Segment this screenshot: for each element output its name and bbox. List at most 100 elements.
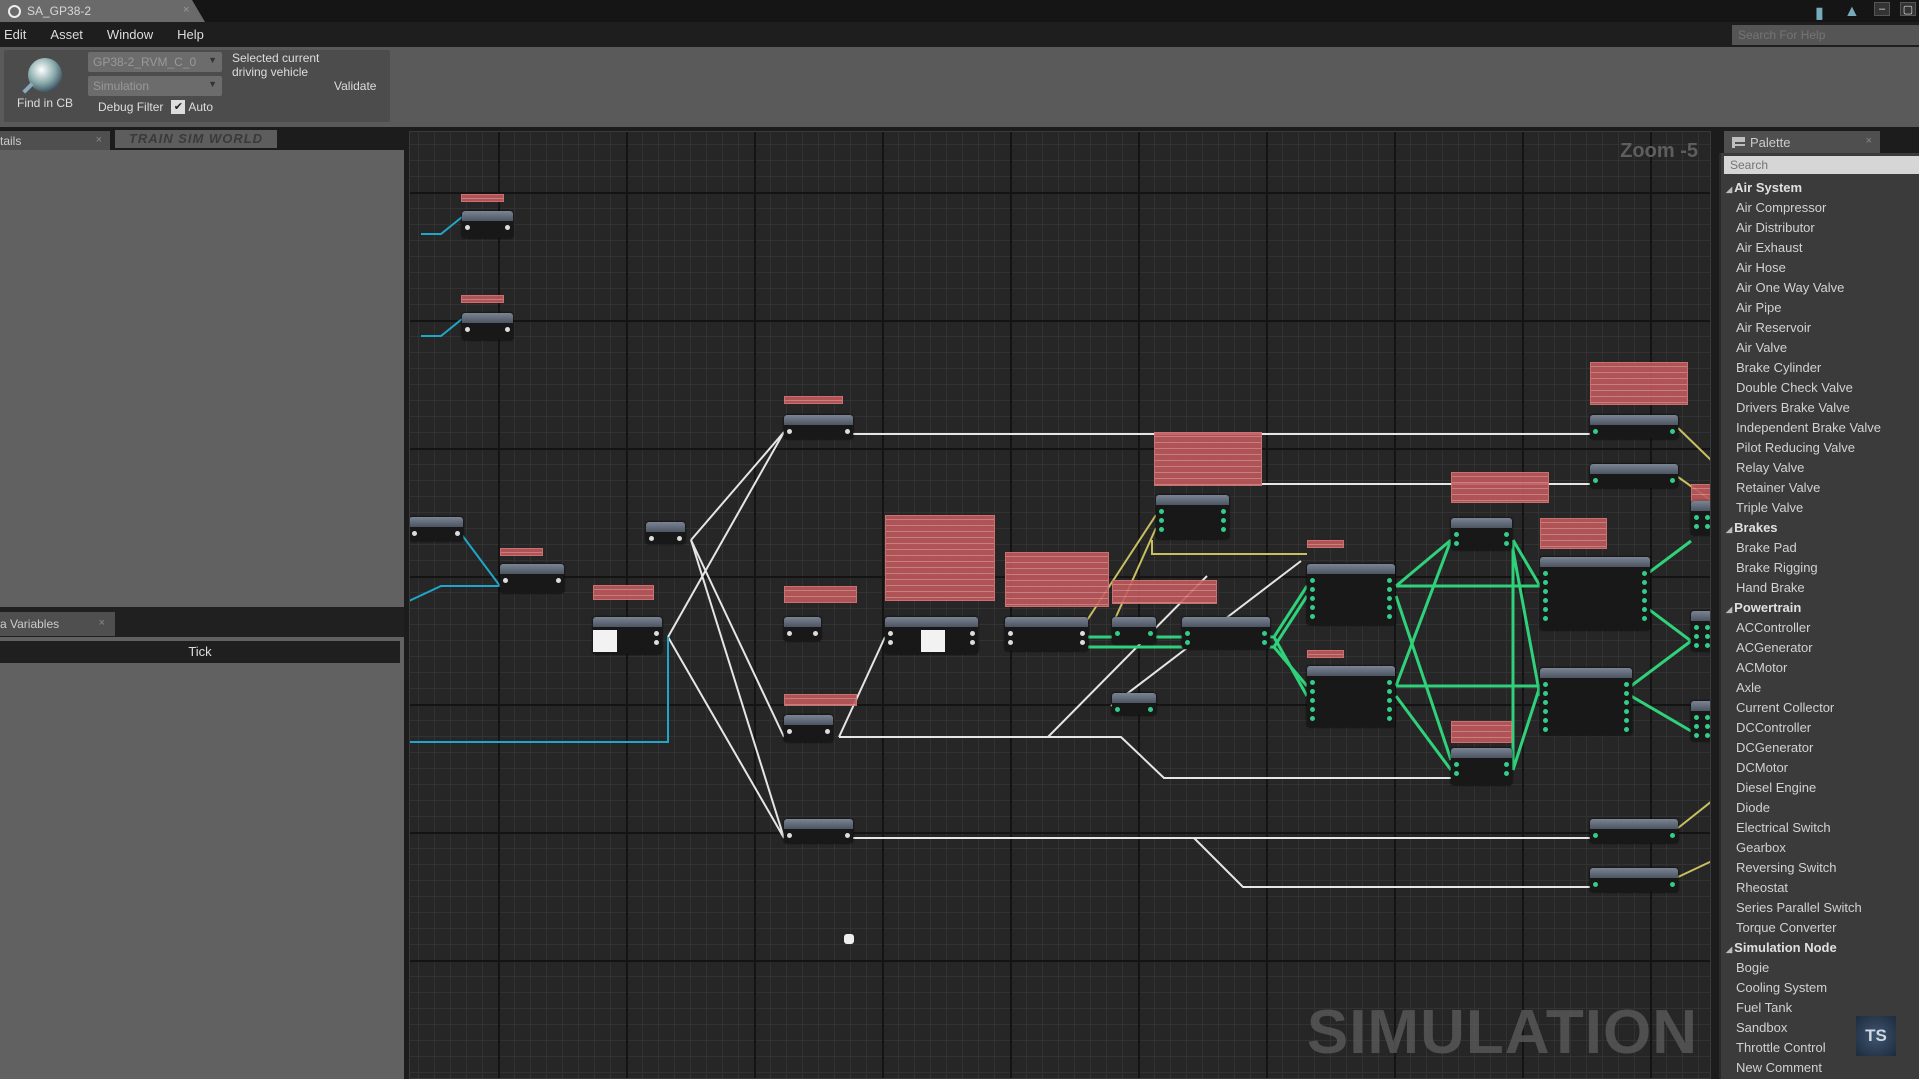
pin-icon[interactable] — [1694, 643, 1699, 648]
palette-item[interactable]: Series Parallel Switch — [1724, 898, 1919, 918]
comment-box[interactable] — [784, 586, 857, 603]
pin-icon[interactable] — [1008, 631, 1013, 636]
graph-node[interactable] — [1005, 617, 1088, 651]
feedback-icon[interactable]: ▮ — [1815, 3, 1824, 23]
pin-icon[interactable] — [1310, 680, 1315, 685]
graph-node[interactable] — [1590, 819, 1678, 843]
pin-icon[interactable] — [412, 531, 417, 536]
palette-item[interactable]: Air Hose — [1724, 258, 1919, 278]
pin-icon[interactable] — [654, 640, 659, 645]
palette-category[interactable]: ◢ Brakes — [1724, 518, 1919, 538]
palette-item[interactable]: DCController — [1724, 718, 1919, 738]
pin-icon[interactable] — [1705, 724, 1710, 729]
pin-icon[interactable] — [1694, 515, 1699, 520]
pin-icon[interactable] — [1185, 640, 1190, 645]
graph-node[interactable] — [1307, 564, 1395, 625]
pin-icon[interactable] — [787, 631, 792, 636]
close-tab-icon[interactable]: × — [183, 4, 189, 16]
pin-icon[interactable] — [1670, 429, 1675, 434]
pin-icon[interactable] — [1705, 524, 1710, 529]
pin-icon[interactable] — [503, 578, 508, 583]
comment-box[interactable] — [1154, 432, 1262, 486]
palette-item[interactable]: Air Reservoir — [1724, 318, 1919, 338]
palette-item[interactable]: Bogie — [1724, 958, 1919, 978]
palette-item[interactable]: Relay Valve — [1724, 458, 1919, 478]
pin-icon[interactable] — [1310, 596, 1315, 601]
palette-item[interactable]: Drivers Brake Valve — [1724, 398, 1919, 418]
palette-item[interactable]: New Comment — [1724, 1058, 1919, 1078]
pin-icon[interactable] — [1185, 631, 1190, 636]
pin-icon[interactable] — [1593, 833, 1598, 838]
pin-icon[interactable] — [1310, 614, 1315, 619]
pin-icon[interactable] — [888, 631, 893, 636]
pin-icon[interactable] — [455, 531, 460, 536]
pin-icon[interactable] — [1624, 682, 1629, 687]
palette-item[interactable]: Brake Rigging — [1724, 558, 1919, 578]
pin-icon[interactable] — [1387, 698, 1392, 703]
palette-item[interactable]: Air Pipe — [1724, 298, 1919, 318]
graph-node[interactable] — [1451, 748, 1512, 785]
comment-box[interactable] — [1590, 362, 1688, 405]
pin-icon[interactable] — [1670, 833, 1675, 838]
graph-node[interactable] — [1691, 501, 1710, 535]
graph-node[interactable] — [1590, 415, 1678, 439]
pin-icon[interactable] — [1642, 616, 1647, 621]
pin-icon[interactable] — [465, 327, 470, 332]
pin-icon[interactable] — [1624, 700, 1629, 705]
graph-node[interactable] — [1540, 557, 1650, 630]
pin-icon[interactable] — [1148, 707, 1153, 712]
palette-item[interactable]: Current Collector — [1724, 698, 1919, 718]
expand-arrow-icon[interactable]: ◢ — [1726, 525, 1732, 534]
pin-icon[interactable] — [1543, 616, 1548, 621]
palette-item[interactable]: Air Compressor — [1724, 198, 1919, 218]
graph-node[interactable] — [885, 617, 978, 654]
graph-node[interactable] — [1691, 701, 1710, 741]
graph-node[interactable] — [784, 715, 833, 742]
comment-box[interactable] — [1451, 472, 1549, 503]
minimize-button[interactable]: – — [1874, 2, 1890, 16]
palette-item[interactable]: Air Valve — [1724, 338, 1919, 358]
pin-icon[interactable] — [1642, 598, 1647, 603]
pin-icon[interactable] — [677, 536, 682, 541]
pin-icon[interactable] — [1543, 607, 1548, 612]
menu-asset[interactable]: Asset — [50, 27, 83, 42]
palette-item[interactable]: Fuel Tank — [1724, 998, 1919, 1018]
close-tab-icon[interactable]: × — [99, 617, 105, 629]
pin-icon[interactable] — [1543, 718, 1548, 723]
comment-box[interactable] — [1307, 540, 1344, 548]
pin-icon[interactable] — [1310, 689, 1315, 694]
tab-details[interactable]: tails × — [0, 131, 110, 150]
close-tab-icon[interactable]: × — [96, 134, 102, 146]
document-tab[interactable]: SA_GP38-2 × — [0, 0, 205, 22]
graph-node[interactable] — [1182, 617, 1270, 649]
comment-box[interactable] — [885, 515, 995, 601]
comment-box[interactable] — [1307, 650, 1344, 658]
pin-icon[interactable] — [1593, 882, 1598, 887]
palette-item[interactable]: Gearbox — [1724, 838, 1919, 858]
graph-node[interactable] — [1307, 666, 1395, 727]
palette-item[interactable]: Independent Brake Valve — [1724, 418, 1919, 438]
pin-icon[interactable] — [1310, 707, 1315, 712]
pin-icon[interactable] — [813, 631, 818, 636]
palette-category[interactable]: ◢ Simulation Node — [1724, 938, 1919, 958]
pin-icon[interactable] — [1504, 541, 1509, 546]
palette-item[interactable]: Brake Cylinder — [1724, 358, 1919, 378]
graph-node[interactable] — [1540, 668, 1632, 735]
palette-item[interactable]: Cooling System — [1724, 978, 1919, 998]
pin-icon[interactable] — [1387, 605, 1392, 610]
pin-icon[interactable] — [1543, 598, 1548, 603]
pin-icon[interactable] — [1694, 733, 1699, 738]
pin-icon[interactable] — [845, 429, 850, 434]
pin-icon[interactable] — [1148, 631, 1153, 636]
pin-icon[interactable] — [1670, 478, 1675, 483]
pin-icon[interactable] — [1221, 527, 1226, 532]
pin-icon[interactable] — [465, 225, 470, 230]
pin-icon[interactable] — [970, 631, 975, 636]
pin-icon[interactable] — [1159, 518, 1164, 523]
comment-box[interactable] — [461, 295, 504, 303]
pin-icon[interactable] — [1454, 532, 1459, 537]
pin-icon[interactable] — [1694, 634, 1699, 639]
comment-box[interactable] — [1451, 721, 1512, 743]
find-in-cb-button[interactable]: Find in CB — [6, 56, 84, 120]
pin-icon[interactable] — [787, 833, 792, 838]
